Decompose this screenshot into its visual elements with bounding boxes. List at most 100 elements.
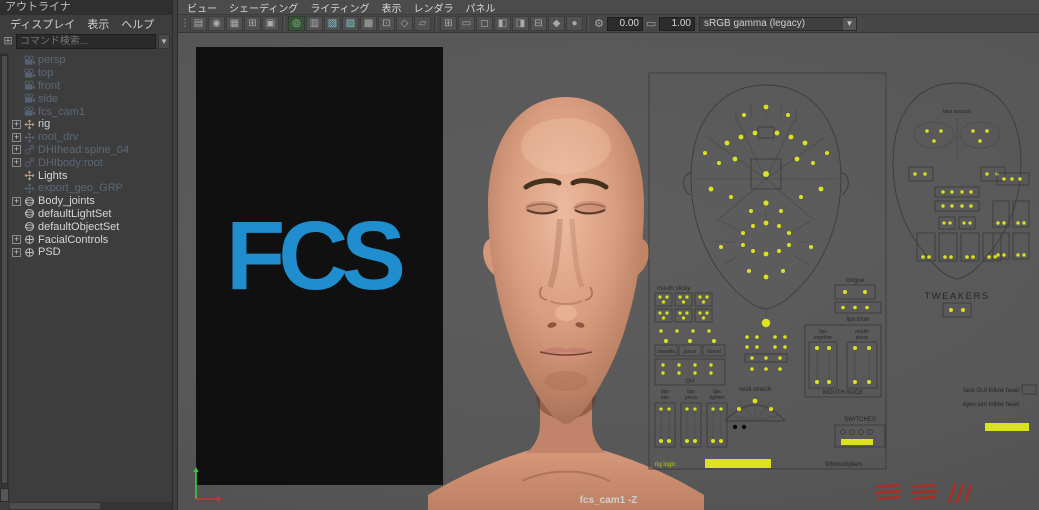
viewport-menu-view[interactable]: ビュー	[181, 0, 223, 15]
label-eyes-aim-follow: eyes aim follow head	[963, 402, 1019, 408]
search-filter-icon[interactable]: ⊞	[2, 35, 14, 48]
scrollbar-thumb[interactable]	[10, 503, 100, 509]
resolution-gate-button[interactable]: ◻	[476, 16, 493, 31]
outliner-menu-show[interactable]: 表示	[82, 15, 114, 33]
expand-toggle[interactable]: +	[12, 120, 21, 129]
joint-icon	[23, 144, 36, 155]
camera-attributes-button[interactable]: ▦	[226, 16, 243, 31]
viewport-menu-panels[interactable]: パネル	[460, 0, 502, 15]
shading-smooth-button[interactable]: ◎	[288, 16, 305, 31]
expand-toggle[interactable]: +	[12, 197, 21, 206]
outliner-item-dhibody-root[interactable]: +DHIbody:root	[10, 156, 172, 169]
label-tongue: tongue	[846, 278, 865, 284]
outliner-item-fcs-cam1[interactable]: fcs_cam1	[10, 105, 172, 118]
image-plane-button[interactable]: ▣	[262, 16, 279, 31]
default-material-button[interactable]: ▨	[342, 16, 359, 31]
set-icon	[23, 221, 36, 232]
outliner-item-dhihead-spine04[interactable]: +DHIhead:spine_04	[10, 144, 172, 157]
grid-button[interactable]: ⊞	[440, 16, 457, 31]
switches-slider[interactable]	[841, 439, 873, 445]
wireframe-on-shaded-button[interactable]: ▥	[306, 16, 323, 31]
outliner-item-export-geo-grp[interactable]: export_geo_GRP	[10, 182, 172, 195]
label-neck-stretch: neck stretch	[739, 387, 771, 393]
transform-icon	[23, 132, 36, 143]
outliner-body: persp top front side fcs_cam1 +rig +root…	[0, 53, 172, 502]
outliner-item-root-drv[interactable]: +root_drv	[10, 131, 172, 144]
set-icon	[23, 196, 36, 207]
label-wm-multipliers: WMmultipliers	[825, 462, 863, 468]
outliner-item-body-joints[interactable]: +Body_joints	[10, 195, 172, 208]
label-rig-logic: rig logic	[655, 462, 676, 468]
outliner-item-persp[interactable]: persp	[10, 54, 172, 67]
scrollbar-button[interactable]	[0, 488, 9, 502]
fcs-logo: FCS	[226, 207, 399, 304]
viewport-panel: ビュー シェーディング ライティング 表示 レンダラ パネル ⋮ ▤ ◉ ▦ ⊞…	[178, 0, 1039, 510]
colorspace-value: sRGB gamma (legacy)	[700, 18, 843, 29]
field-chart-button[interactable]: ◨	[512, 16, 529, 31]
safe-title-button[interactable]: ◆	[548, 16, 565, 31]
eyes-aim-follow-slider[interactable]	[985, 423, 1029, 431]
expand-toggle[interactable]: +	[12, 248, 21, 257]
label-purse: purse	[684, 349, 697, 355]
search-input[interactable]	[16, 34, 156, 49]
chevron-down-icon[interactable]: ▼	[843, 18, 856, 30]
label-lips-bite: bite	[661, 395, 669, 401]
gate-mask-button[interactable]: ◧	[494, 16, 511, 31]
toolbar-grip[interactable]: ⋮	[181, 16, 189, 31]
shadows-button[interactable]: ⊡	[378, 16, 395, 31]
outliner-item-front[interactable]: front	[10, 80, 172, 93]
camera-icon	[23, 93, 36, 104]
gamma-field[interactable]: 1.00	[659, 17, 695, 31]
camera-icon	[23, 68, 36, 79]
viewport-menu-lighting[interactable]: ライティング	[304, 0, 375, 15]
joint-icon	[23, 157, 36, 168]
outliner-menu-help[interactable]: ヘルプ	[116, 15, 159, 33]
rig-logic-slider[interactable]	[705, 459, 771, 468]
outliner-vertical-scrollbar[interactable]	[0, 53, 9, 502]
outliner-item-psd[interactable]: +PSD	[10, 246, 172, 259]
scrollbar-thumb[interactable]	[1, 55, 8, 484]
occlusion-button[interactable]: ◇	[396, 16, 413, 31]
outliner-item-defaultlightset[interactable]: defaultLightSet	[10, 208, 172, 221]
safe-action-button[interactable]: ⊟	[530, 16, 547, 31]
label-lips-tighten: tighten	[709, 395, 724, 401]
facial-gui-overlay[interactable]: mouth sticky towards purse funnel	[647, 71, 1039, 505]
outliner-horizontal-scrollbar[interactable]	[9, 502, 172, 510]
motion-blur-button[interactable]: ▱	[414, 16, 431, 31]
label-mouth-sticky: mouth sticky	[657, 286, 690, 292]
expand-toggle[interactable]: +	[12, 235, 21, 244]
gamma-slate-icon[interactable]: ▭	[644, 17, 658, 30]
lighting-button[interactable]: ▩	[360, 16, 377, 31]
outliner-item-defaultobjectset[interactable]: defaultObjectSet	[10, 220, 172, 233]
expand-toggle[interactable]: +	[12, 145, 21, 154]
colorspace-dropdown[interactable]: sRGB gamma (legacy) ▼	[699, 17, 857, 31]
viewport-menu-renderer[interactable]: レンダラ	[408, 0, 460, 15]
outliner-menu-display[interactable]: ディスプレイ	[5, 15, 80, 33]
search-dropdown-arrow-icon[interactable]: ▼	[158, 34, 170, 49]
outliner-item-top[interactable]: top	[10, 67, 172, 80]
expand-toggle[interactable]: +	[12, 133, 21, 142]
outliner-item-lights[interactable]: Lights	[10, 169, 172, 182]
outliner-menubar: ディスプレイ 表示 ヘルプ	[0, 15, 172, 32]
expand-toggle[interactable]: +	[12, 158, 21, 167]
viewport-canvas[interactable]: FCS	[178, 33, 1039, 510]
label-lips-press: press	[685, 395, 698, 401]
toolbar-separator	[434, 16, 437, 31]
select-camera-button[interactable]: ▤	[190, 16, 207, 31]
bookmark-button[interactable]: ⊞	[244, 16, 261, 31]
exposure-field[interactable]: 0.00	[607, 17, 643, 31]
outliner-panel-title: アウトライナ	[0, 0, 172, 15]
film-gate-button[interactable]: ▭	[458, 16, 475, 31]
outliner-item-facialcontrols[interactable]: +FacialControls	[10, 233, 172, 246]
viewport-menu-show[interactable]: 表示	[376, 0, 408, 15]
face-gui-follow-box[interactable]	[1022, 385, 1036, 394]
textured-button[interactable]: ▧	[324, 16, 341, 31]
label-towards: towards	[657, 349, 675, 355]
viewport-menu-shading[interactable]: シェーディング	[223, 0, 304, 15]
label-mouth-press: press	[856, 335, 869, 341]
lock-camera-button[interactable]: ◉	[208, 16, 225, 31]
isolate-select-button[interactable]: ●	[566, 16, 583, 31]
outliner-item-side[interactable]: side	[10, 92, 172, 105]
outliner-item-rig[interactable]: +rig	[10, 118, 172, 131]
exposure-gear-icon[interactable]: ⚙	[592, 17, 606, 30]
